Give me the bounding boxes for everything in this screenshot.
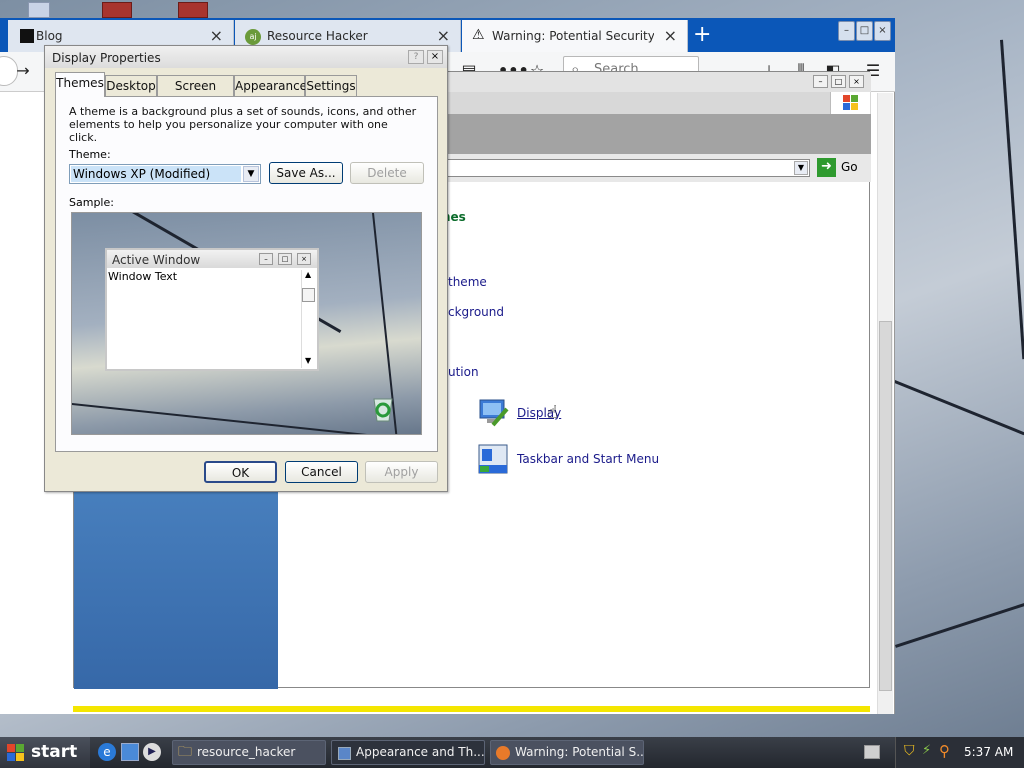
taskbar-button-label: Appearance and Th... xyxy=(356,745,485,759)
taskbar-button-label: resource_hacker xyxy=(197,745,296,759)
dialog-titlebar: Display Properties ? × xyxy=(45,46,447,68)
cp-minimize-icon[interactable]: – xyxy=(813,75,828,88)
maximize-icon[interactable]: □ xyxy=(856,21,873,41)
sample-maximize-icon: □ xyxy=(278,253,292,265)
security-shield-icon[interactable]: ⛉ xyxy=(904,743,915,759)
scroll-down-icon: ▼ xyxy=(305,356,312,365)
tab-settings[interactable]: Settings xyxy=(305,75,357,96)
sample-label: Sample: xyxy=(69,196,114,209)
sample-scrollbar: ▲ ▼ xyxy=(301,270,315,368)
sample-window-title: Active Window xyxy=(112,253,201,267)
minimize-icon[interactable]: – xyxy=(838,21,855,41)
scrollbar-thumb[interactable] xyxy=(879,321,892,691)
taskbar-label: Taskbar and Start Menu xyxy=(517,452,660,466)
cp-item-display[interactable]: Display ☝ xyxy=(477,397,617,431)
desktop-shortcut-icon[interactable] xyxy=(121,743,139,761)
winrar-desktop-icon[interactable] xyxy=(178,2,208,18)
scroll-thumb xyxy=(302,288,315,302)
display-properties-dialog: Display Properties ? × Themes Desktop Sc… xyxy=(44,45,448,492)
cp-item-taskbar[interactable]: Taskbar and Start Menu xyxy=(477,443,677,477)
close-tab-icon[interactable]: × xyxy=(210,26,223,45)
firefox-icon xyxy=(496,746,510,760)
delete-button[interactable]: Delete xyxy=(350,162,424,184)
theme-label: Theme: xyxy=(69,148,111,161)
forward-icon[interactable]: → xyxy=(12,60,34,82)
theme-description: A theme is a background plus a set of so… xyxy=(69,105,417,144)
ok-button[interactable]: OK xyxy=(204,461,277,483)
go-label: Go xyxy=(841,160,858,174)
tab-label: Warning: Potential Security Risk xyxy=(492,29,654,43)
theme-sample-preview: Active Window – □ × Window Text ▲ ▼ xyxy=(71,212,422,435)
desktop-wallpaper-line xyxy=(893,380,1024,436)
tab-themes[interactable]: Themes xyxy=(55,72,105,97)
folder-icon: 🗀 xyxy=(178,744,192,760)
task-link-theme[interactable]: theme xyxy=(448,275,487,289)
desktop-wallpaper-line xyxy=(1000,39,1024,360)
desktop-icon[interactable] xyxy=(28,2,50,18)
search-tray-icon[interactable]: ⚲ xyxy=(939,742,950,760)
tab-security-warning[interactable]: ⚠ Warning: Potential Security Risk × xyxy=(462,20,688,52)
yellow-bar xyxy=(73,706,870,712)
tab-appearance[interactable]: Appearance xyxy=(234,75,307,96)
recycle-bin-icon xyxy=(373,398,393,422)
apply-button[interactable]: Apply xyxy=(365,461,438,483)
resource-hacker-favicon-icon: aj xyxy=(245,29,261,45)
address-dropdown-icon[interactable]: ▼ xyxy=(794,161,808,175)
taskbar: start e ▶ 🗀 resource_hacker Appearance a… xyxy=(0,737,1024,768)
start-button[interactable]: start xyxy=(0,737,90,768)
task-link-resolution[interactable]: ution xyxy=(448,365,479,379)
close-tab-icon[interactable]: × xyxy=(664,26,677,45)
control-panel-icon xyxy=(338,747,351,760)
dialog-title: Display Properties xyxy=(52,51,161,65)
dialog-close-icon[interactable]: × xyxy=(427,50,443,64)
keyboard-icon[interactable] xyxy=(864,745,880,759)
save-as-button[interactable]: Save As... xyxy=(269,162,343,184)
help-icon[interactable]: ? xyxy=(408,50,424,64)
display-icon xyxy=(479,399,509,427)
desktop-wallpaper-line xyxy=(895,601,1024,648)
new-tab-icon[interactable]: + xyxy=(693,22,711,47)
go-arrow-icon: ➜ xyxy=(817,158,836,177)
taskbar-button-firefox[interactable]: Warning: Potential S... xyxy=(490,740,644,765)
hand-cursor-icon: ☝ xyxy=(547,402,558,423)
cp-task-pane xyxy=(74,462,278,689)
taskbar-button-label: Warning: Potential S... xyxy=(515,745,644,759)
chevron-down-icon[interactable]: ▼ xyxy=(243,166,259,182)
scroll-up-icon: ▲ xyxy=(305,270,312,279)
sample-window-titlebar: Active Window – □ × xyxy=(107,250,317,268)
blog-favicon-icon xyxy=(20,29,34,43)
ie-icon[interactable]: e xyxy=(98,743,116,761)
taskbar-icon xyxy=(478,444,508,474)
windows-flag-icon xyxy=(7,744,24,761)
media-player-icon[interactable]: ▶ xyxy=(143,743,161,761)
clock: 5:37 AM xyxy=(964,745,1014,759)
sample-window-text: Window Text xyxy=(108,270,178,283)
windows-logo-icon xyxy=(830,92,870,114)
tab-label: Blog xyxy=(36,29,63,43)
theme-select-value: Windows XP (Modified) xyxy=(71,166,241,182)
cp-close-icon[interactable]: × xyxy=(849,75,864,88)
taskbar-button-appearance[interactable]: Appearance and Th... xyxy=(331,740,485,765)
taskbar-button-resource-hacker[interactable]: 🗀 resource_hacker xyxy=(172,740,326,765)
sample-close-icon: × xyxy=(297,253,311,265)
tab-desktop[interactable]: Desktop xyxy=(105,75,157,96)
winrar-desktop-icon[interactable] xyxy=(102,2,132,18)
sample-minimize-icon: – xyxy=(259,253,273,265)
cp-maximize-icon[interactable]: □ xyxy=(831,75,846,88)
start-label: start xyxy=(31,742,78,762)
close-icon[interactable]: × xyxy=(874,21,891,41)
task-link-background[interactable]: ckground xyxy=(448,305,504,319)
cancel-button[interactable]: Cancel xyxy=(285,461,358,483)
tab-label: Resource Hacker xyxy=(267,29,368,43)
warning-icon: ⚠ xyxy=(472,27,485,43)
theme-select[interactable]: Windows XP (Modified) ▼ xyxy=(69,164,261,184)
go-button[interactable]: ➜ Go xyxy=(817,158,867,178)
system-tray: ⛉ ⚡ ⚲ 5:37 AM xyxy=(895,737,1024,768)
sample-active-window: Active Window – □ × Window Text ▲ ▼ xyxy=(105,248,319,371)
tab-screen-saver[interactable]: Screen Saver xyxy=(157,75,234,113)
close-tab-icon[interactable]: × xyxy=(437,26,450,45)
network-icon[interactable]: ⚡ xyxy=(922,743,931,758)
page-scrollbar[interactable] xyxy=(877,93,893,714)
